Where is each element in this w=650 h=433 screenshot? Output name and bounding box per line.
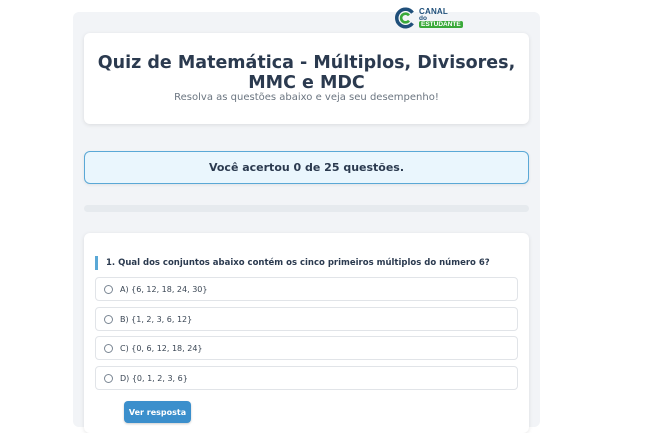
option-b[interactable]: B) {1, 2, 3, 6, 12}	[95, 307, 518, 331]
option-a[interactable]: A) {6, 12, 18, 24, 30}	[95, 277, 518, 301]
radio-icon[interactable]	[104, 314, 113, 324]
option-c[interactable]: C) {0, 6, 12, 18, 24}	[95, 336, 518, 360]
option-label: D) {0, 1, 2, 3, 6}	[120, 373, 188, 383]
channel-logo-icon	[395, 7, 414, 29]
radio-icon[interactable]	[104, 373, 113, 383]
question-text: 1. Qual dos conjuntos abaixo contém os c…	[95, 256, 490, 270]
radio-icon[interactable]	[104, 284, 113, 294]
option-label: A) {6, 12, 18, 24, 30}	[120, 284, 208, 294]
question-card: 1. Qual dos conjuntos abaixo contém os c…	[84, 233, 529, 433]
page-title: Quiz de Matemática - Múltiplos, Divisore…	[97, 53, 516, 93]
brand-line2-highlight: ESTUDANTE	[418, 21, 463, 28]
option-label: C) {0, 6, 12, 18, 24}	[120, 343, 203, 353]
score-summary: Você acertou 0 de 25 questões.	[84, 151, 529, 184]
header-card: Quiz de Matemática - Múltiplos, Divisore…	[84, 33, 529, 124]
page-subtitle: Resolva as questões abaixo e veja seu de…	[174, 92, 439, 103]
progress-bar	[84, 205, 529, 212]
brand-line2: do ESTUDANTE	[418, 15, 470, 29]
option-d[interactable]: D) {0, 1, 2, 3, 6}	[95, 366, 518, 390]
show-answer-button[interactable]: Ver resposta	[124, 401, 191, 423]
brand-logo[interactable]: CANAL do ESTUDANTE	[395, 5, 470, 31]
option-label: B) {1, 2, 3, 6, 12}	[120, 314, 193, 324]
brand-wordmark: CANAL do ESTUDANTE	[418, 7, 470, 29]
radio-icon[interactable]	[104, 343, 113, 353]
